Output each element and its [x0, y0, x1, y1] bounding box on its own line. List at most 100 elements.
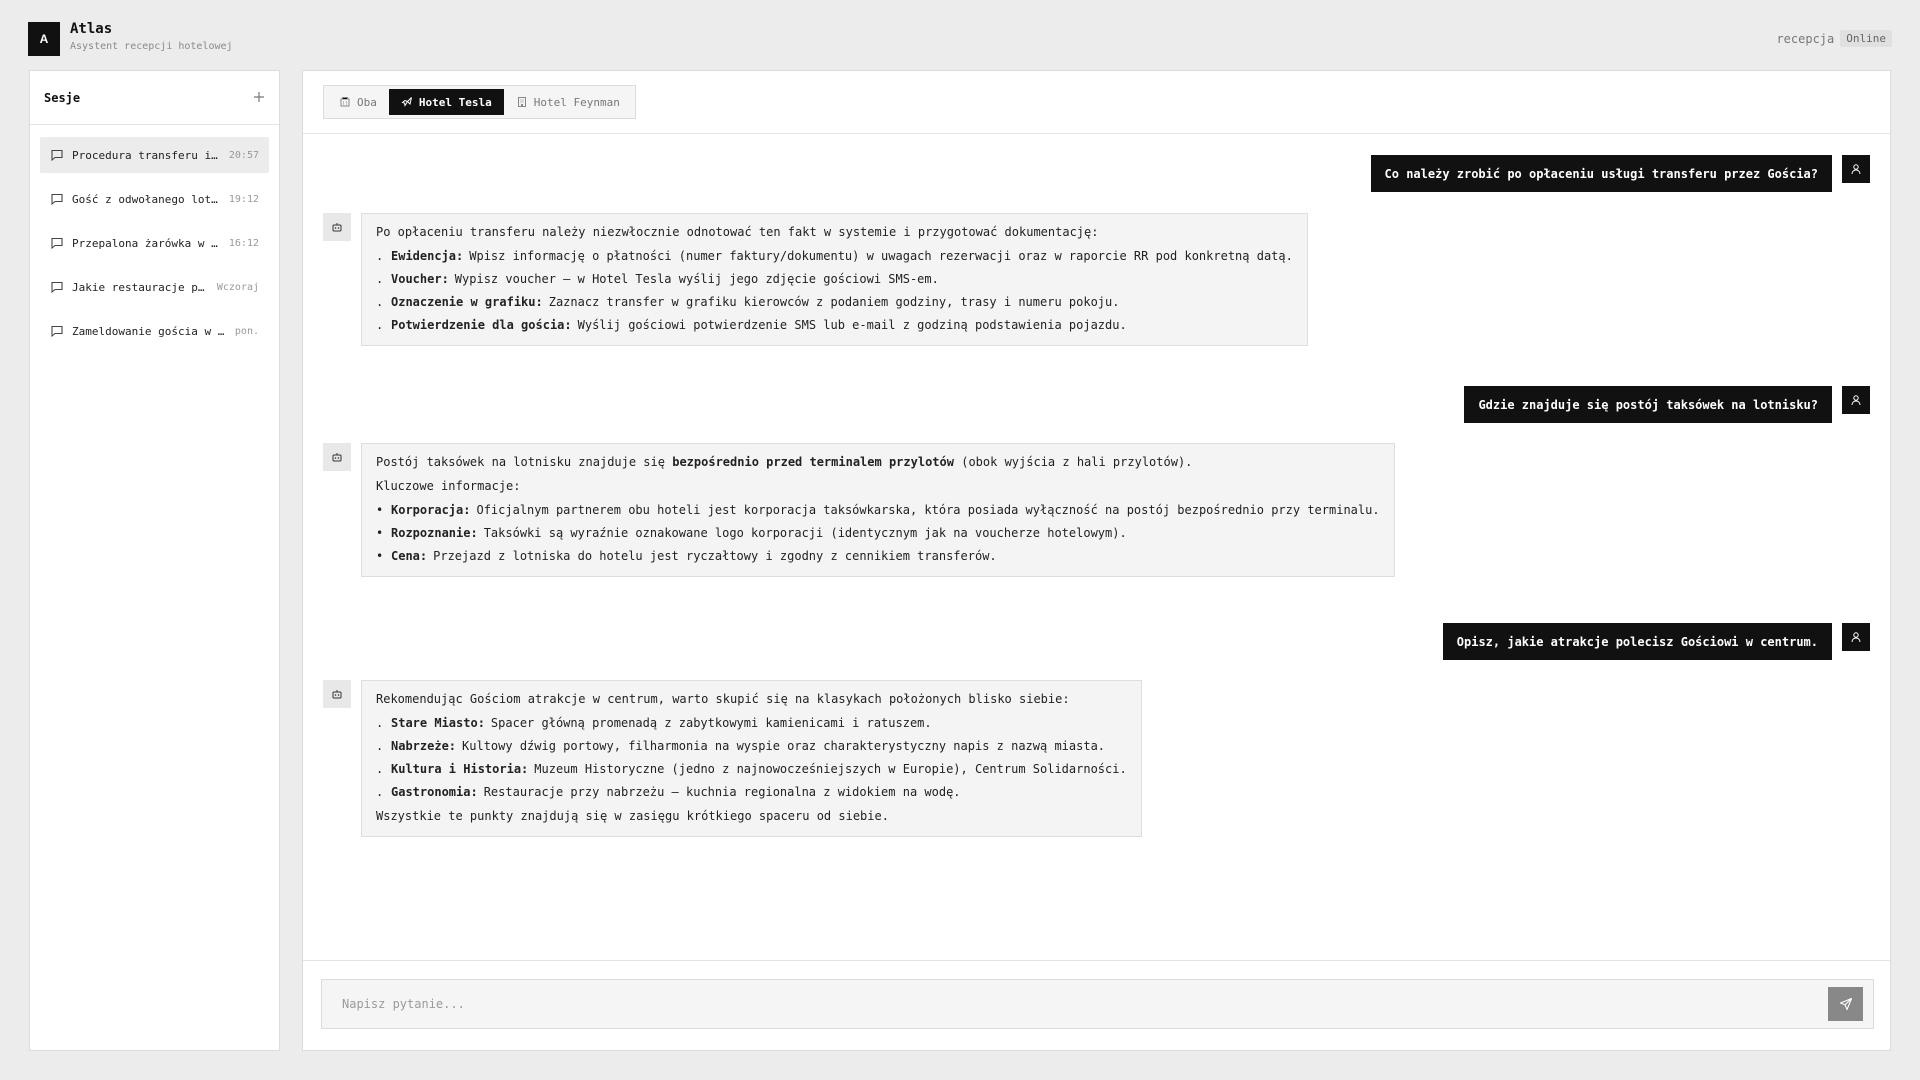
session-title: Jakie restauracje po…	[72, 280, 211, 294]
intro-highlight: bezpośrednio przed terminalem przylotów	[672, 455, 954, 469]
tab-label: Hotel Feynman	[533, 95, 620, 109]
plus-icon	[254, 91, 264, 102]
plane-icon	[401, 97, 412, 107]
app-logo: A	[28, 22, 60, 56]
robot-icon	[332, 690, 342, 699]
user-icon	[1851, 164, 1861, 175]
bot-avatar	[323, 443, 351, 471]
intro-text-end: (obok wyjścia z hali przylotów).	[961, 455, 1193, 469]
session-item[interactable]: Jakie restauracje po… Wczoraj	[40, 269, 269, 305]
user-message: Gdzie znajduje się postój taksówek na lo…	[1464, 386, 1870, 423]
item-label: Stare Miasto:	[391, 716, 485, 730]
list-item: . Potwierdzenie dla gościa: Wyślij gościow…	[376, 318, 1127, 332]
hotel-icon	[517, 97, 526, 107]
tab-label: Hotel Tesla	[418, 95, 492, 109]
list-item: . Voucher: Wypisz voucher — w Hotel Tesla …	[376, 272, 939, 286]
send-button[interactable]	[1828, 987, 1863, 1021]
item-label: Cena:	[391, 549, 428, 563]
list-item: . Gastronomia: Restauracje przy nabrzeżu —…	[376, 785, 961, 799]
user-icon	[1851, 395, 1861, 406]
message-list: Co należy zrobić po opłaceniu usługi tra…	[303, 135, 1890, 962]
user-message: Opisz, jakie atrakcje polecisz Gościowi …	[1442, 623, 1870, 660]
user-bubble: Opisz, jakie atrakcje polecisz Gościowi …	[1442, 623, 1832, 660]
session-title: Gość z odwołanego lotu…	[72, 192, 223, 206]
assistant-message: Rekomendując Gościom atrakcje w centrum,…	[323, 680, 1142, 837]
intro-text: Postój taksówek na lotnisku znajduje się	[376, 455, 665, 469]
assistant-message: Postój taksówek na lotnisku znajduje się…	[323, 443, 1395, 577]
session-list: Procedura transferu i … 20:57 Gość z odw…	[30, 125, 279, 369]
chat-icon	[50, 236, 64, 250]
list-item: • Cena: Przejazd z lotniska do hotelu jest…	[376, 549, 997, 563]
answer-intro: Po opłaceniu transferu należy niezwłoczn…	[376, 225, 1099, 239]
answer-list: • Korporacja: Oficjalnym partnerem obu hot…	[376, 502, 1380, 564]
chat-panel: Oba Hotel Tesla Hotel Feynman Co należy …	[302, 70, 1891, 1051]
session-title: Procedura transferu i …	[72, 148, 223, 162]
answer-list: . Stare Miasto: Spacer główną promenadą z …	[376, 715, 1127, 800]
session-item[interactable]: Zameldowanie gościa w H… pon.	[40, 313, 269, 349]
session-time: Wczoraj	[216, 281, 259, 293]
chat-icon	[50, 324, 64, 338]
item-text: Wyślij gościowi potwierdzenie SMS lub e-…	[577, 318, 1127, 332]
assistant-bubble: Po opłaceniu transferu należy niezwłoczn…	[361, 213, 1308, 346]
item-text: Zaznacz transfer w grafiku kierowców z p…	[548, 295, 1120, 309]
session-time: 16:12	[228, 237, 259, 249]
tab-hotel-tesla[interactable]: Hotel Tesla	[388, 89, 504, 115]
app-subtitle: Asystent recepcji hotelowej	[70, 41, 233, 52]
assistant-bubble: Postój taksówek na lotnisku znajduje się…	[361, 443, 1395, 577]
answer-outro: Wszystkie te punkty znajdują się w zasię…	[376, 809, 889, 823]
answer-lead: Kluczowe informacje:	[376, 479, 521, 493]
robot-icon	[332, 223, 342, 232]
status-badge: Online	[1840, 30, 1892, 47]
tab-hotel-feynman[interactable]: Hotel Feynman	[504, 89, 632, 115]
sidebar-title: Sesje	[44, 90, 81, 105]
question-input[interactable]	[322, 980, 1828, 1028]
item-label: Ewidencja:	[391, 249, 464, 263]
list-item: . Oznaczenie w grafiku: Zaznacz transfer w…	[376, 295, 1120, 309]
answer-list: . Ewidencja: Wpisz informację o płatności …	[376, 248, 1293, 333]
answer-intro: Postój taksówek na lotnisku znajduje się…	[376, 454, 1380, 470]
session-item[interactable]: Gość z odwołanego lotu… 19:12	[40, 181, 269, 217]
item-label: Gastronomia:	[391, 785, 478, 799]
session-item[interactable]: Procedura transferu i … 20:57	[40, 137, 269, 173]
session-item[interactable]: Przepalona żarówka w r… 16:12	[40, 225, 269, 261]
item-text: Muzeum Historyczne (jedno z najnowocześn…	[534, 762, 1127, 776]
composer	[303, 960, 1890, 1050]
user-message: Co należy zrobić po opłaceniu usługi tra…	[1370, 155, 1870, 192]
sidebar-header: Sesje	[30, 71, 279, 125]
list-item: . Ewidencja: Wpisz informację o płatności …	[376, 249, 1293, 263]
user-avatar	[1842, 386, 1870, 414]
chat-icon	[50, 280, 64, 294]
user-bubble: Co należy zrobić po opłaceniu usługi tra…	[1370, 155, 1832, 192]
tab-oba[interactable]: Oba	[327, 89, 389, 115]
list-item: . Nabrzeże: Kultowy dźwig portowy, filharm…	[376, 739, 1106, 753]
robot-icon	[332, 453, 342, 462]
item-text: Oficjalnym partnerem obu hoteli jest kor…	[476, 503, 1380, 517]
building-icon	[340, 97, 350, 107]
item-label: Oznaczenie w grafiku:	[391, 295, 543, 309]
item-text: Taksówki są wyraźnie oznakowane logo kor…	[483, 526, 1127, 540]
answer-intro: Rekomendując Gościom atrakcje w centrum,…	[376, 692, 1070, 706]
chat-icon	[50, 192, 64, 206]
item-text: Spacer główną promenadą z zabytkowymi ka…	[490, 716, 932, 730]
composer-box	[321, 979, 1874, 1029]
session-time: pon.	[234, 325, 259, 337]
user-bubble: Gdzie znajduje się postój taksówek na lo…	[1464, 386, 1832, 423]
new-session-button[interactable]	[253, 89, 265, 107]
hotel-tabs: Oba Hotel Tesla Hotel Feynman	[323, 85, 636, 119]
send-icon	[1839, 997, 1852, 1011]
session-time: 20:57	[228, 149, 259, 161]
session-title: Przepalona żarówka w r…	[72, 236, 223, 250]
chat-icon	[50, 148, 64, 162]
session-title: Zameldowanie gościa w H…	[72, 324, 229, 338]
list-item: • Korporacja: Oficjalnym partnerem obu hot…	[376, 503, 1380, 517]
assistant-bubble: Rekomendując Gościom atrakcje w centrum,…	[361, 680, 1142, 837]
bot-avatar	[323, 680, 351, 708]
header-user-area: recepcja Online	[1776, 30, 1892, 47]
sessions-sidebar: Sesje Procedura transferu i … 20:57 Gość…	[29, 70, 280, 1051]
user-icon	[1851, 632, 1861, 643]
list-item: . Stare Miasto: Spacer główną promenadą z …	[376, 716, 932, 730]
item-text: Przejazd z lotniska do hotelu jest rycza…	[433, 549, 997, 563]
item-label: Potwierdzenie dla gościa:	[391, 318, 572, 332]
item-label: Korporacja:	[391, 503, 471, 517]
list-item: • Rozpoznanie: Taksówki są wyraźnie oznako…	[376, 526, 1127, 540]
